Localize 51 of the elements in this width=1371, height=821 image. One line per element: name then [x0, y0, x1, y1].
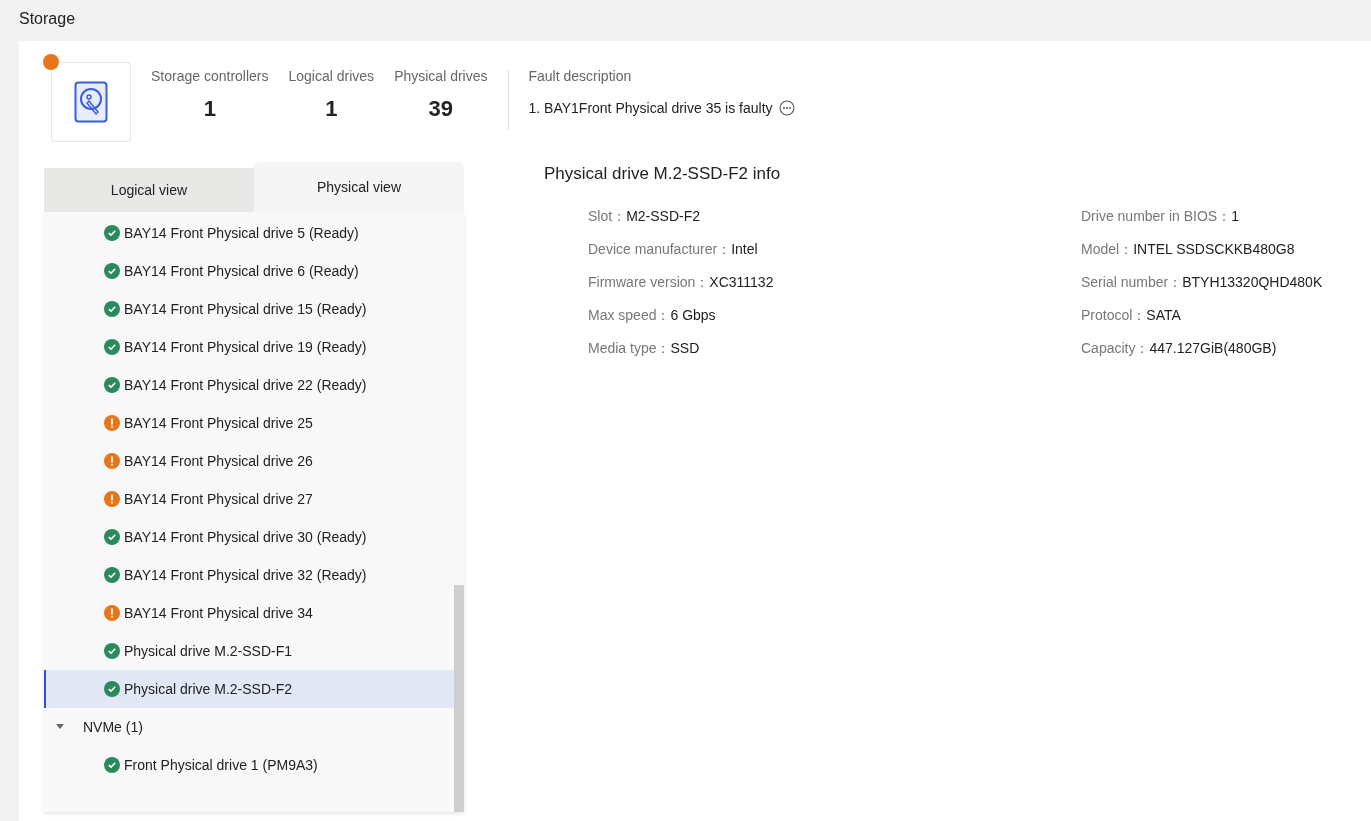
tree-item[interactable]: Physical drive M.2-SSD-F1 — [44, 632, 454, 670]
tree-item[interactable]: Physical drive M.2-SSD-F2 — [44, 670, 454, 708]
view-tab[interactable]: Physical view — [254, 162, 464, 212]
tree-item[interactable]: BAY14 Front Physical drive 19 (Ready) — [44, 328, 454, 366]
field-value: 6 Gbps — [670, 307, 716, 323]
field-label: Device manufacturer： — [588, 241, 732, 257]
field-label: Max speed： — [588, 307, 671, 323]
field-value: SSD — [670, 340, 700, 356]
scrollbar-thumb[interactable] — [454, 585, 464, 812]
field-value: M2-SSD-F2 — [626, 208, 701, 224]
page-title: Storage — [19, 9, 76, 29]
tree-group[interactable]: NVMe (1) — [44, 708, 454, 746]
field-label: Model： — [1081, 241, 1134, 257]
field-value: SATA — [1146, 307, 1181, 323]
field-label: Serial number： — [1081, 274, 1183, 290]
tree-item[interactable]: BAY14 Front Physical drive 27 — [44, 480, 454, 518]
tree-item[interactable]: BAY14 Front Physical drive 22 (Ready) — [44, 366, 454, 404]
field-value: 447.127GiB(480GB) — [1149, 340, 1277, 356]
field-label: Protocol： — [1081, 307, 1147, 323]
stat-label: Storage controllers — [151, 68, 269, 84]
more-icon[interactable] — [778, 100, 795, 116]
field-value: BTYH13320QHD480K — [1182, 274, 1323, 290]
stat-value: 39 — [428, 96, 454, 122]
stat-label: Logical drives — [288, 68, 375, 84]
field-value: XC311132 — [709, 274, 774, 290]
tree-item[interactable]: Front Physical drive 1 (PM9A3) — [44, 746, 454, 784]
view-tab[interactable]: Logical view — [44, 168, 254, 212]
tree-item[interactable]: BAY14 Front Physical drive 30 (Ready) — [44, 518, 454, 556]
tree-item[interactable]: BAY14 Front Physical drive 25 — [44, 404, 454, 442]
stat-value: 1 — [203, 96, 216, 122]
tree-item[interactable]: BAY14 Front Physical drive 5 (Ready) — [44, 214, 454, 252]
info-title: Physical drive M.2-SSD-F2 info — [544, 164, 782, 184]
field-label: Firmware version： — [588, 274, 710, 290]
field-label: Slot： — [588, 208, 627, 224]
tree-item[interactable]: BAY14 Front Physical drive 15 (Ready) — [44, 290, 454, 328]
caret-icon[interactable] — [56, 724, 64, 730]
tree-item[interactable]: BAY14 Front Physical drive 34 — [44, 594, 454, 632]
stat-label: Physical drives — [394, 68, 488, 84]
fault-title: Fault description — [528, 68, 633, 84]
stat-value: 1 — [325, 96, 338, 122]
tree-item[interactable]: BAY14 Front Physical drive 6 (Ready) — [44, 252, 454, 290]
field-label: Drive number in BIOS： — [1081, 208, 1232, 224]
field-label: Media type： — [588, 340, 671, 356]
tree-item[interactable]: BAY14 Front Physical drive 32 (Ready) — [44, 556, 454, 594]
field-value: 1 — [1231, 208, 1239, 224]
field-value: INTEL SSDSCKKB480G8 — [1133, 241, 1295, 257]
field-value: Intel — [731, 241, 758, 257]
hard-drive-icon — [74, 81, 108, 123]
fault-text: 1. BAY1Front Physical drive 35 is faulty — [528, 100, 773, 116]
tree-item[interactable]: BAY14 Front Physical drive 26 — [44, 442, 454, 480]
field-label: Capacity： — [1081, 340, 1150, 356]
